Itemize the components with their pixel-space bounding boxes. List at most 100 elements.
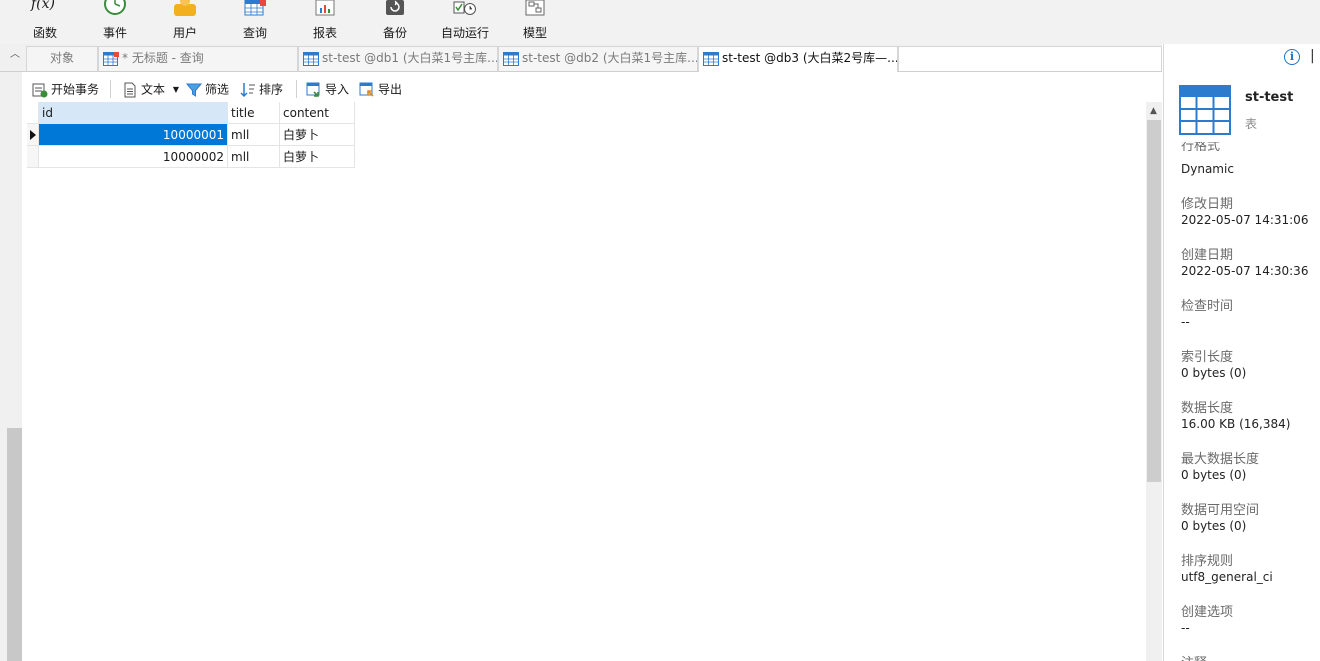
- prop-label-data-length: 数据长度: [1181, 401, 1234, 416]
- toolbar-event-button[interactable]: 事件: [84, 0, 146, 44]
- toolbar-model-button[interactable]: 模型: [504, 0, 566, 44]
- table-icon: [503, 51, 519, 66]
- query-table-icon: [103, 51, 119, 66]
- toolbar-auto-run-button[interactable]: 自动运行: [434, 0, 496, 44]
- tab-st-test-db3[interactable]: st-test @db3 (大白菜2号库—...: [698, 46, 898, 72]
- backup-icon: [383, 0, 407, 16]
- scroll-up-icon[interactable]: ▲: [1150, 106, 1157, 116]
- filter-button[interactable]: 筛选: [186, 78, 229, 100]
- tab-label: * 无标题 - 查询: [122, 51, 204, 65]
- row-selector[interactable]: [27, 146, 39, 168]
- report-icon: [313, 0, 337, 16]
- tab-bar-empty-area: [898, 46, 1162, 71]
- import-button[interactable]: 导入: [306, 78, 349, 100]
- data-toolbar: 开始事务 文本 ▼ 筛选 排序 导入 导出: [22, 76, 1162, 102]
- cell-content[interactable]: 白萝卜: [280, 146, 355, 168]
- cell-title[interactable]: mll: [228, 146, 280, 168]
- prop-value-data-free: 0 bytes (0): [1181, 519, 1247, 533]
- import-icon: [306, 82, 322, 98]
- export-button[interactable]: 导出: [359, 78, 402, 100]
- toolbar-backup-button[interactable]: 备份: [364, 0, 426, 44]
- prop-value-collation: utf8_general_ci: [1181, 570, 1273, 584]
- document-icon: [122, 82, 138, 98]
- sort-icon: [240, 82, 256, 98]
- sort-label: 排序: [259, 82, 284, 97]
- grid-vertical-scrollbar[interactable]: ▲: [1146, 102, 1162, 661]
- current-row-pointer-icon: [30, 130, 36, 140]
- prop-value-created-date: 2022-05-07 14:30:36: [1181, 264, 1309, 278]
- row-header-corner: [27, 102, 39, 124]
- auto-run-icon: [453, 0, 477, 16]
- prop-label-collation: 排序规则: [1181, 554, 1234, 569]
- begin-transaction-label: 开始事务: [51, 82, 100, 97]
- column-header-content[interactable]: content: [280, 102, 355, 124]
- tab-label: st-test @db2 (大白菜1号主库...: [522, 51, 698, 65]
- begin-transaction-button[interactable]: 开始事务: [32, 78, 99, 100]
- prop-label-create-options: 创建选项: [1181, 605, 1234, 620]
- tab-untitled-query[interactable]: * 无标题 - 查询: [98, 46, 298, 71]
- object-name: st-test: [1245, 90, 1294, 105]
- tab-label: st-test @db3 (大白菜2号库—...: [722, 51, 898, 65]
- import-label: 导入: [325, 82, 350, 97]
- prop-value-data-length: 16.00 KB (16,384): [1181, 417, 1291, 431]
- toolbar-divider: [110, 80, 111, 98]
- tab-st-test-db2[interactable]: st-test @db2 (大白菜1号主库...: [498, 46, 698, 71]
- row-selector[interactable]: [27, 124, 39, 146]
- tab-label: 对象: [49, 51, 74, 65]
- column-header-title[interactable]: title: [228, 102, 280, 124]
- prop-label-index-length: 索引长度: [1181, 350, 1234, 365]
- collapse-up-icon[interactable]: ︿: [8, 48, 22, 62]
- prop-value-create-options: --: [1181, 621, 1190, 635]
- text-view-label: 文本: [141, 82, 166, 97]
- cell-title[interactable]: mll: [228, 124, 280, 146]
- toolbar-label: 函数: [32, 26, 57, 40]
- data-grid: id title content 10000001 mll 白萝卜 100000…: [27, 102, 1146, 661]
- grid-scrollbar-thumb[interactable]: [1147, 120, 1161, 482]
- cell-content[interactable]: 白萝卜: [280, 124, 355, 146]
- model-icon: [523, 0, 547, 16]
- toolbar-divider: [296, 80, 297, 98]
- text-view-button[interactable]: 文本 ▼: [122, 78, 179, 100]
- sort-button[interactable]: 排序: [240, 78, 283, 100]
- grid-header-row: id title content: [27, 102, 355, 124]
- left-scrollbar-thumb[interactable]: [7, 428, 22, 661]
- toolbar-function-button[interactable]: f(x) 函数: [14, 0, 76, 44]
- prop-value-check-time: --: [1181, 315, 1190, 329]
- chevron-down-icon[interactable]: ▼: [173, 85, 179, 94]
- toolbar-label: 模型: [522, 26, 547, 40]
- toolbar-user-button[interactable]: 用户: [154, 0, 216, 44]
- object-info-panel: i | st-test 表 行格式 Dynamic 修改日期 2022-05-0…: [1163, 44, 1320, 661]
- toolbar-label: 报表: [312, 26, 337, 40]
- info-icon[interactable]: i: [1284, 49, 1300, 65]
- cell-id[interactable]: 10000002: [39, 146, 228, 168]
- prop-label-modified-date: 修改日期: [1181, 197, 1234, 212]
- toolbar-query-button[interactable]: 查询: [224, 0, 286, 44]
- tab-st-test-db1[interactable]: st-test @db1 (大白菜1号主库...: [298, 46, 498, 71]
- table-icon: [703, 51, 719, 66]
- table-row[interactable]: 10000002 mll 白萝卜: [27, 146, 355, 168]
- event-clock-icon: [103, 0, 127, 16]
- toolbar-report-button[interactable]: 报表: [294, 0, 356, 44]
- prop-label-created-date: 创建日期: [1181, 248, 1234, 263]
- toolbar-label: 查询: [242, 26, 267, 40]
- tab-bar: ︿ 对象 * 无标题 - 查询 st-test @db1 (大白菜1号主库...…: [0, 44, 1162, 72]
- panel-edge-icon[interactable]: |: [1310, 48, 1315, 64]
- toolbar-label: 用户: [172, 26, 197, 40]
- function-icon: f(x): [31, 0, 56, 12]
- query-icon: [243, 0, 267, 16]
- table-icon: [1179, 85, 1231, 135]
- filter-label: 筛选: [205, 82, 230, 97]
- object-type: 表: [1245, 117, 1258, 131]
- prop-label-row-format: 行格式: [1181, 142, 1221, 151]
- filter-funnel-icon: [186, 82, 202, 98]
- main-toolbar: f(x) 函数 事件 用户 查询 报表 备份 自动运行 模型: [0, 0, 1320, 44]
- table-row[interactable]: 10000001 mll 白萝卜: [27, 124, 355, 146]
- user-icon: [173, 0, 197, 16]
- column-header-id[interactable]: id: [39, 102, 228, 124]
- tab-objects[interactable]: 对象: [26, 46, 98, 71]
- left-scroll-strip: [0, 44, 22, 661]
- prop-value-max-data-length: 0 bytes (0): [1181, 468, 1247, 482]
- toolbar-label: 自动运行: [440, 26, 489, 40]
- toolbar-label: 备份: [382, 26, 407, 40]
- cell-id[interactable]: 10000001: [39, 124, 228, 146]
